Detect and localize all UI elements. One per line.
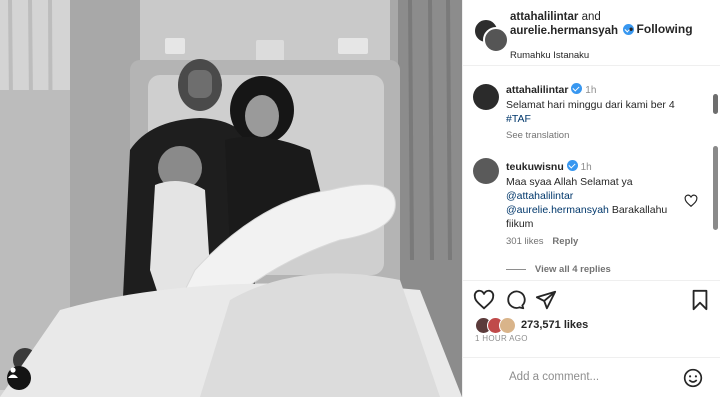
author-secondary-link[interactable]: aurelie.hermansyah (510, 25, 618, 37)
likes-count[interactable]: 273,571 likes (521, 319, 588, 331)
post-panel: attahalilintar and aurelie.hermansyah • … (462, 0, 720, 397)
verified-icon (566, 160, 578, 174)
caption-avatar[interactable] (473, 84, 499, 110)
heart-icon[interactable] (473, 289, 495, 311)
post-photo[interactable] (0, 0, 462, 397)
comment-like-icon[interactable] (684, 194, 698, 208)
liker-avatar[interactable] (499, 316, 516, 334)
comment-icon[interactable] (504, 289, 526, 311)
caption-username[interactable]: attahalilintar (506, 84, 568, 96)
following-button[interactable]: Following (637, 22, 693, 36)
posted-time[interactable]: 1 HOUR AGO (475, 334, 528, 343)
comment-composer: Add a comment... (463, 357, 720, 398)
caption: attahalilintar 1h Selamat hari minggu da… (506, 83, 706, 143)
comment: teukuwisnu 1h Maa syaa Allah Selamat ya … (506, 160, 686, 249)
reply-button[interactable]: Reply (552, 236, 578, 247)
post-actions: 273,571 likes 1 HOUR AGO Add a comment..… (463, 280, 720, 397)
comment-time[interactable]: 1h (581, 162, 592, 173)
scrollbar-thumb[interactable] (713, 94, 718, 114)
caption-time[interactable]: 1h (585, 85, 596, 96)
caption-text: Selamat hari minggu dari kami ber 4 (506, 99, 675, 111)
post-header: attahalilintar and aurelie.hermansyah • … (463, 0, 720, 66)
save-icon[interactable] (689, 289, 711, 311)
comment-mention-1[interactable]: @attahalilintar (506, 190, 573, 202)
follow-separator: • (629, 22, 634, 36)
view-replies-link[interactable]: View all 4 replies (535, 264, 611, 275)
see-translation-link[interactable]: See translation (506, 130, 569, 141)
comments-section[interactable]: attahalilintar 1h Selamat hari minggu da… (463, 66, 720, 280)
comment-avatar[interactable] (473, 158, 499, 184)
comment-username[interactable]: teukuwisnu (506, 161, 564, 173)
comment-likes[interactable]: 301 likes (506, 236, 544, 247)
post-location[interactable]: Rumahku Istanaku (510, 50, 589, 61)
comment-mention-2[interactable]: @aurelie.hermansyah (506, 204, 609, 216)
author-primary-link[interactable]: attahalilintar (510, 11, 578, 23)
share-icon[interactable] (535, 289, 557, 311)
emoji-icon[interactable] (683, 368, 703, 388)
likes-row[interactable]: 273,571 likes (475, 316, 588, 334)
replies-divider (506, 268, 526, 270)
avatar-secondary[interactable] (483, 27, 509, 53)
photo-illustration (0, 0, 462, 397)
add-comment-input[interactable]: Add a comment... (509, 371, 599, 383)
user-tag-button[interactable] (7, 366, 31, 390)
scrollbar-track[interactable] (713, 146, 718, 230)
user-tag-icon (8, 367, 18, 378)
follow-status[interactable]: • Following (629, 22, 693, 36)
caption-hashtag[interactable]: #TAF (506, 113, 531, 125)
author-avatars[interactable] (473, 18, 509, 53)
comment-text-1: Maa syaa Allah Selamat ya (506, 176, 633, 188)
view-replies-row[interactable]: View all 4 replies (506, 262, 611, 277)
author-joiner: and (581, 11, 601, 23)
verified-icon (571, 83, 583, 97)
